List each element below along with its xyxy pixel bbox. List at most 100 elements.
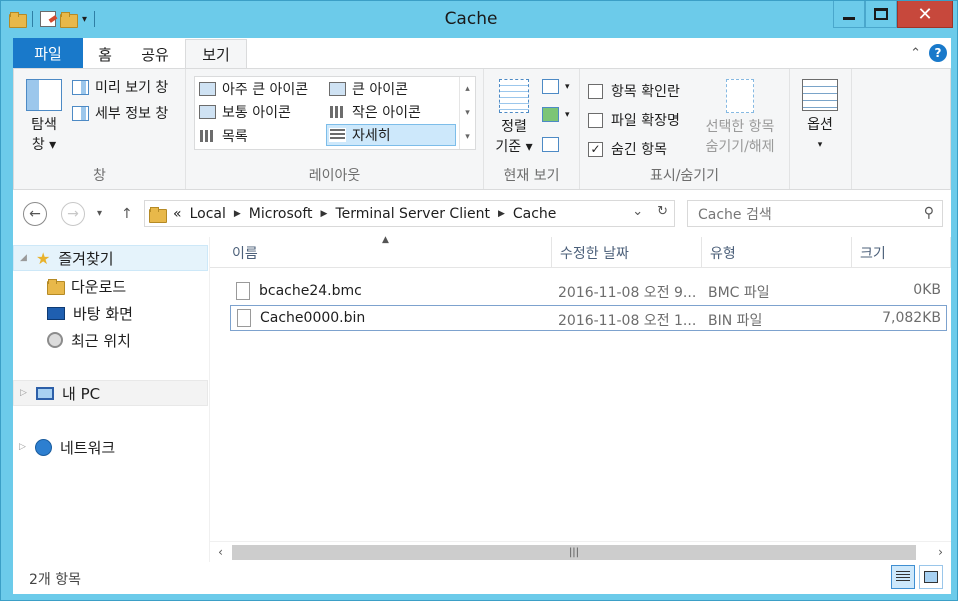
- table-row[interactable]: Cache0000.bin 2016-11-08 오전 1... BIN 파일 …: [230, 305, 947, 331]
- hidden-items-checkbox[interactable]: ✓: [588, 141, 603, 157]
- details-view-button[interactable]: [891, 565, 915, 589]
- breadcrumb-cache[interactable]: Cache: [513, 206, 557, 222]
- breadcrumb-chevron-icon[interactable]: ▶: [498, 209, 505, 219]
- layout-label: 아주 큰 아이콘: [222, 82, 309, 98]
- search-input[interactable]: Cache 검색 ⚲: [687, 200, 943, 227]
- file-extensions-checkbox[interactable]: [588, 112, 603, 128]
- file-name: Cache0000.bin: [260, 310, 366, 326]
- navigation-bar: ← → ▾ ↑ « Local ▶ Microsoft ▶ Terminal S…: [13, 190, 951, 237]
- breadcrumb-microsoft[interactable]: Microsoft: [249, 206, 313, 222]
- file-name: bcache24.bmc: [259, 283, 362, 299]
- size-columns-button[interactable]: [542, 137, 559, 152]
- layout-label: 보통 아이콘: [222, 105, 291, 121]
- file-icon: [236, 282, 250, 300]
- desktop-icon: [47, 306, 65, 320]
- options-label: 옵션: [807, 117, 833, 133]
- address-overflow[interactable]: «: [173, 206, 182, 222]
- nav-this-pc[interactable]: ▷ 내 PC: [13, 380, 208, 406]
- help-icon[interactable]: ?: [929, 44, 947, 62]
- item-checkboxes-checkbox[interactable]: [588, 83, 603, 99]
- folder-icon: [149, 206, 167, 223]
- network-icon: [35, 438, 52, 456]
- layout-medium-icons[interactable]: 보통 아이콘: [197, 101, 291, 123]
- table-row[interactable]: bcache24.bmc 2016-11-08 오전 9... BMC 파일 0…: [230, 278, 947, 304]
- tab-file[interactable]: 파일: [13, 38, 83, 69]
- preview-pane-label: 미리 보기 창: [95, 80, 169, 96]
- layout-gallery-scroll[interactable]: ▴ ▾ ▾: [459, 77, 475, 149]
- minimize-ribbon-icon[interactable]: ⌃: [910, 46, 921, 61]
- small-icons-icon: [329, 105, 346, 119]
- scroll-right-icon[interactable]: ›: [932, 544, 949, 561]
- extra-large-icons-icon: [199, 82, 216, 96]
- maximize-button[interactable]: [865, 1, 897, 28]
- file-size: 7,082KB: [882, 310, 941, 326]
- address-dropdown-icon[interactable]: ⌄: [632, 204, 643, 219]
- column-size[interactable]: 크기: [852, 237, 951, 268]
- horizontal-scrollbar[interactable]: ‹ ||| ›: [210, 541, 951, 562]
- close-button[interactable]: ✕: [897, 1, 953, 28]
- layout-details[interactable]: 자세히: [326, 124, 456, 146]
- details-pane-button[interactable]: 세부 정보 창: [72, 103, 168, 123]
- expand-arrow-icon[interactable]: ▷: [20, 388, 28, 398]
- tab-share[interactable]: 공유: [133, 40, 177, 69]
- layout-large-icons[interactable]: 큰 아이콘: [327, 78, 408, 100]
- group-by-button[interactable]: ▾: [542, 79, 570, 94]
- scrollbar-thumb[interactable]: |||: [232, 545, 916, 560]
- navigation-pane-button[interactable]: 탐색 창 ▾: [22, 79, 66, 155]
- status-bar: 2개 항목: [13, 562, 951, 594]
- up-button[interactable]: ↑: [121, 206, 133, 222]
- search-icon[interactable]: ⚲: [924, 205, 934, 221]
- back-button[interactable]: ←: [23, 202, 47, 226]
- breadcrumb-local[interactable]: Local: [190, 206, 226, 222]
- nav-desktop[interactable]: 바탕 화면: [13, 300, 208, 326]
- layout-list[interactable]: 목록: [197, 125, 248, 147]
- item-checkboxes-label: 항목 확인란: [611, 84, 680, 100]
- column-header: ▲ 이름 수정한 날짜 유형 크기: [210, 235, 951, 268]
- layout-label: 큰 아이콘: [352, 82, 408, 98]
- breadcrumb-terminal-server-client[interactable]: Terminal Server Client: [335, 206, 490, 222]
- address-bar[interactable]: « Local ▶ Microsoft ▶ Terminal Server Cl…: [144, 200, 675, 227]
- nav-favorites-label: 즐겨찾기: [58, 249, 114, 268]
- recent-locations-icon[interactable]: ▾: [97, 208, 102, 219]
- layout-small-icons[interactable]: 작은 아이콘: [327, 101, 421, 123]
- large-icons-view-icon: [924, 571, 938, 583]
- refresh-icon[interactable]: ↻: [657, 204, 668, 219]
- forward-button[interactable]: →: [61, 202, 85, 226]
- show-hide-group-label: 표시/숨기기: [649, 168, 720, 184]
- hidden-items-option[interactable]: ✓ 숨긴 항목: [588, 139, 667, 159]
- file-size: 0KB: [913, 282, 941, 298]
- tab-view[interactable]: 보기: [185, 39, 247, 69]
- breadcrumb-chevron-icon[interactable]: ▶: [321, 209, 328, 219]
- expand-arrow-icon[interactable]: ▷: [19, 442, 27, 452]
- options-button[interactable]: 옵션 ▾: [798, 79, 842, 155]
- sort-by-icon: [499, 79, 529, 113]
- details-pane-icon: [72, 105, 89, 121]
- nav-network[interactable]: ▷ 네트워크: [13, 434, 208, 460]
- expand-arrow-icon[interactable]: ◢: [20, 253, 28, 263]
- minimize-button[interactable]: [833, 1, 865, 28]
- preview-pane-button[interactable]: 미리 보기 창: [72, 77, 168, 97]
- nav-downloads[interactable]: 다운로드: [13, 273, 208, 299]
- tab-home[interactable]: 홈: [85, 40, 125, 69]
- breadcrumb-chevron-icon[interactable]: ▶: [234, 209, 241, 219]
- nav-recent[interactable]: 최근 위치: [13, 327, 208, 353]
- large-icons-view-button[interactable]: [919, 565, 943, 589]
- column-date-modified[interactable]: 수정한 날짜: [552, 237, 702, 268]
- details-icon: [329, 128, 346, 142]
- navigation-pane-icon: [26, 79, 62, 111]
- layout-extra-large-icons[interactable]: 아주 큰 아이콘: [197, 78, 308, 100]
- hide-selected-button[interactable]: 선택한 항목 숨기기/해제: [696, 79, 784, 157]
- explorer-window: ▾ Cache ✕ 파일 홈 공유 보기 ⌃ ? 탐색 창 ▾ 미리 보기 창 …: [0, 0, 958, 601]
- size-columns-icon: [542, 137, 559, 152]
- scroll-left-icon[interactable]: ‹: [212, 544, 229, 561]
- column-type[interactable]: 유형: [702, 237, 852, 268]
- file-type: BIN 파일: [708, 313, 763, 329]
- file-extensions-option[interactable]: 파일 확장명: [588, 110, 680, 130]
- column-name[interactable]: 이름: [224, 237, 552, 268]
- item-checkboxes-option[interactable]: 항목 확인란: [588, 81, 680, 101]
- sort-by-button[interactable]: 정렬 기준 ▾: [492, 79, 536, 157]
- hidden-items-label: 숨긴 항목: [611, 142, 667, 158]
- nav-favorites[interactable]: ◢ ★ 즐겨찾기: [13, 245, 208, 271]
- add-columns-button[interactable]: ▾: [542, 107, 570, 122]
- nav-desktop-label: 바탕 화면: [73, 304, 133, 323]
